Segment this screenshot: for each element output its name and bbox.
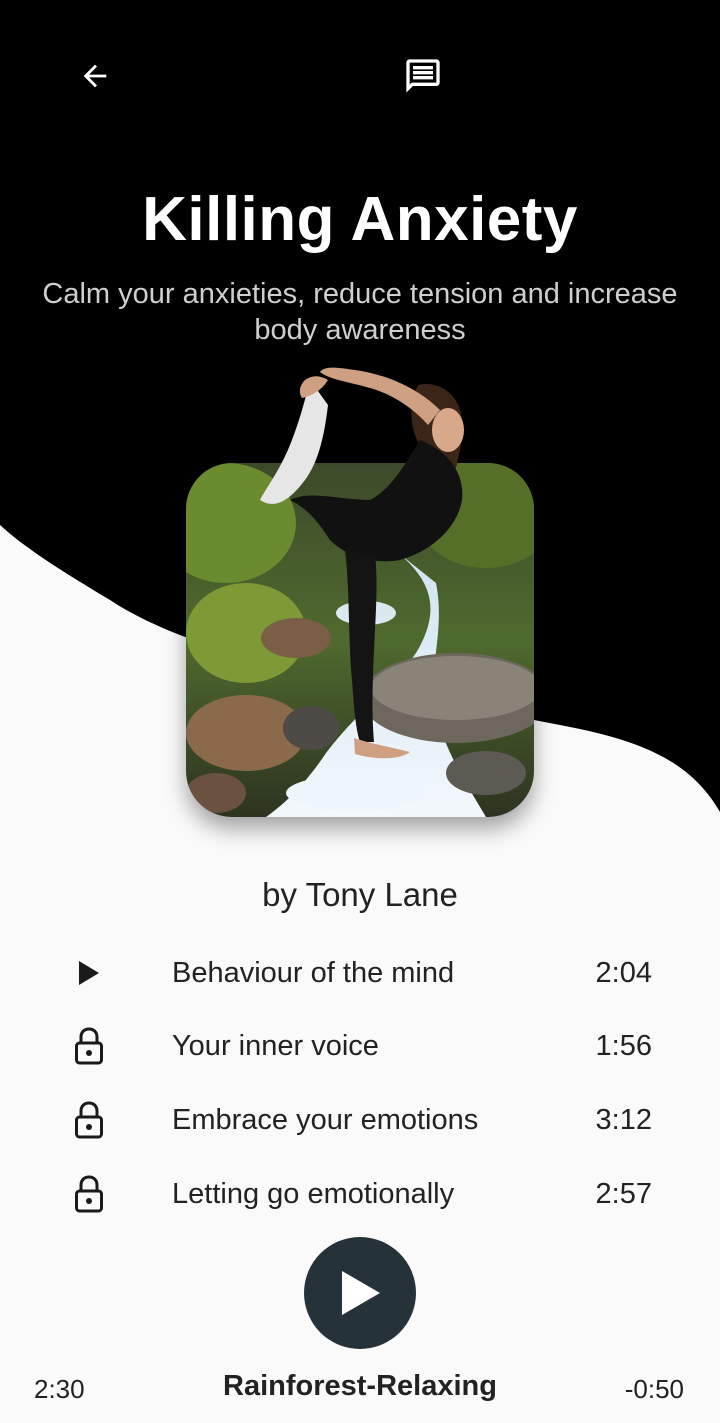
track-row-1[interactable]: Behaviour of the mind 2:04: [0, 943, 720, 1003]
back-button[interactable]: [65, 46, 125, 106]
track-duration: 1:56: [595, 1030, 652, 1062]
track-title: Embrace your emotions: [172, 1104, 479, 1136]
play-button[interactable]: [304, 1237, 416, 1349]
lock-icon: [64, 1098, 114, 1142]
author-label: by Tony Lane: [262, 876, 458, 913]
elapsed-time: 2:30: [34, 1374, 85, 1404]
yoga-figure-image: [250, 350, 480, 770]
track-duration: 2:04: [595, 957, 652, 989]
track-row-2[interactable]: Your inner voice 1:56: [0, 1016, 720, 1076]
lock-icon: [64, 1172, 114, 1216]
page-title: Killing Anxiety: [142, 185, 578, 254]
page-subtitle: Calm your anxieties, reduce tension and …: [42, 278, 678, 346]
now-playing-title: Rainforest-Relaxing: [223, 1370, 497, 1402]
track-duration: 2:57: [595, 1178, 652, 1210]
lock-icon: [64, 1024, 114, 1068]
track-title: Your inner voice: [172, 1030, 379, 1062]
track-row-4[interactable]: Letting go emotionally 2:57: [0, 1164, 720, 1224]
play-icon: [342, 1271, 380, 1315]
arrow-left-icon: [83, 64, 107, 88]
message-icon: [406, 59, 440, 93]
play-icon[interactable]: [64, 951, 114, 995]
comments-button[interactable]: [393, 46, 453, 106]
track-title: Behaviour of the mind: [172, 957, 455, 989]
remaining-time: -0:50: [624, 1374, 684, 1404]
track-row-3[interactable]: Embrace your emotions 3:12: [0, 1090, 720, 1150]
track-duration: 3:12: [595, 1104, 652, 1136]
track-title: Letting go emotionally: [172, 1178, 455, 1210]
